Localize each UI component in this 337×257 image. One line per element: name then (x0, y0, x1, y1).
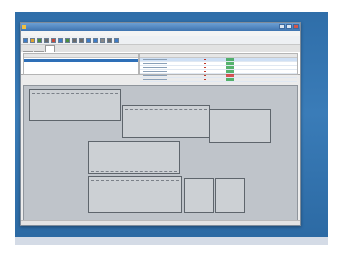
row-name-cell (143, 63, 167, 64)
open-icon[interactable] (30, 37, 35, 43)
redo-icon[interactable] (79, 37, 84, 43)
right-list (139, 53, 298, 82)
print-icon[interactable] (44, 37, 49, 43)
row-flag-cell (204, 67, 206, 68)
grid-icon[interactable] (100, 37, 105, 43)
row-flag-cell (204, 71, 206, 72)
row-status-cell (226, 62, 234, 65)
help-icon[interactable] (114, 37, 119, 43)
sheet-panel[interactable] (29, 89, 121, 121)
list-row[interactable] (140, 78, 297, 82)
left-list-header (24, 54, 138, 58)
zoom-in-icon[interactable] (86, 37, 91, 43)
row-name-cell (143, 75, 167, 76)
application-window (20, 22, 301, 226)
app-icon (22, 25, 26, 29)
cut-icon[interactable] (51, 37, 56, 43)
window-controls (279, 24, 299, 29)
row-name-cell (143, 59, 167, 60)
row-flag-cell (204, 59, 206, 60)
layout-canvas[interactable] (23, 85, 298, 221)
close-button[interactable] (293, 24, 299, 29)
minimize-button[interactable] (279, 24, 285, 29)
left-list (23, 53, 139, 75)
row-flag-cell (204, 79, 206, 80)
copy-icon[interactable] (58, 37, 63, 43)
sheet-panel[interactable] (122, 105, 210, 138)
row-flag-cell (204, 63, 206, 64)
maximize-button[interactable] (286, 24, 292, 29)
row-status-cell (226, 66, 234, 69)
zoom-out-icon[interactable] (93, 37, 98, 43)
row-status-cell (226, 78, 234, 81)
row-status-cell (226, 74, 234, 77)
sheet-panel[interactable] (215, 178, 245, 213)
toolbar (21, 36, 300, 45)
tab-strip (21, 45, 300, 52)
row-name-cell (143, 71, 167, 72)
tab-3[interactable] (45, 45, 55, 52)
row-name-cell (143, 79, 167, 80)
row-status-cell (226, 58, 234, 61)
paste-icon[interactable] (65, 37, 70, 43)
sheet-panel[interactable] (209, 109, 271, 143)
list-panels (21, 52, 300, 82)
settings-icon[interactable] (107, 37, 112, 43)
row-name-cell (143, 67, 167, 68)
sheet-panel[interactable] (88, 141, 180, 174)
row-status-cell (226, 70, 234, 73)
save-icon[interactable] (37, 37, 42, 43)
status-bar (21, 220, 300, 225)
left-list-selected-row[interactable] (24, 59, 138, 62)
row-flag-cell (204, 75, 206, 76)
title-bar (21, 23, 300, 31)
sheet-panel[interactable] (88, 176, 182, 213)
undo-icon[interactable] (72, 37, 77, 43)
new-icon[interactable] (23, 37, 28, 43)
sheet-panel[interactable] (184, 178, 214, 213)
